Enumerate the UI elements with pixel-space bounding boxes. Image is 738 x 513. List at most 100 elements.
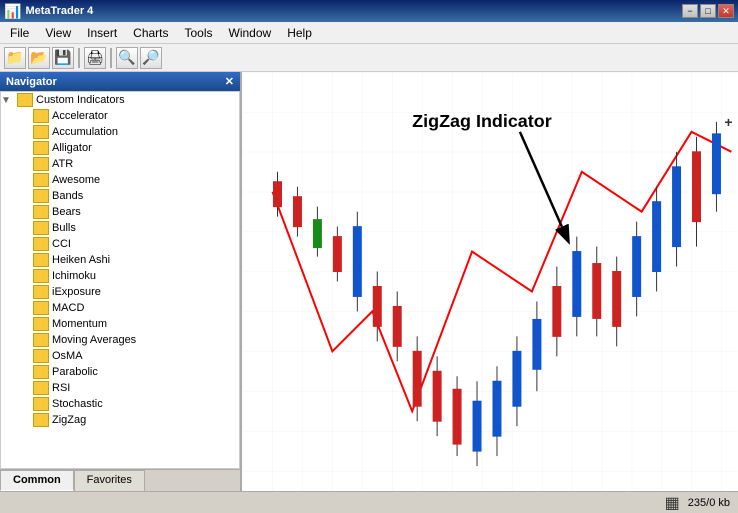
tree-item-cci[interactable]: ⚡ CCI <box>1 236 239 252</box>
svg-text:ZigZag Indicator: ZigZag Indicator <box>412 111 552 131</box>
indicator-label-6: Bears <box>52 206 81 218</box>
indicator-label-15: OsMA <box>52 350 83 362</box>
indicator-icon-0: ⚡ <box>33 109 49 123</box>
indicator-icon-10: ⚡ <box>33 269 49 283</box>
menu-bar: File View Insert Charts Tools Window Hel… <box>0 22 738 44</box>
navigator-close-button[interactable]: ✕ <box>225 75 234 88</box>
indicator-label-7: Bulls <box>52 222 76 234</box>
indicator-icon-17: ⚡ <box>33 381 49 395</box>
tree-item-macd[interactable]: ⚡ MACD <box>1 300 239 316</box>
tree-item-rsi[interactable]: ⚡ RSI <box>1 380 239 396</box>
memory-status: 235/0 kb <box>688 497 730 509</box>
indicator-label-13: Momentum <box>52 318 107 330</box>
navigator-header: Navigator ✕ <box>0 72 240 91</box>
tab-favorites[interactable]: Favorites <box>74 470 145 491</box>
tree-item-parabolic[interactable]: ⚡ Parabolic <box>1 364 239 380</box>
indicator-label-4: Awesome <box>52 174 100 186</box>
navigator-tree[interactable]: ▼ ⚡ Custom Indicators ⚡ Accelerator ⚡ Ac… <box>0 91 240 469</box>
tab-common[interactable]: Common <box>0 470 74 491</box>
status-chart-icon: ▦ <box>665 493 680 513</box>
indicator-icon-11: ⚡ <box>33 285 49 299</box>
zoom-in-button[interactable]: 🔍 <box>116 47 138 69</box>
tree-item-osma[interactable]: ⚡ OsMA <box>1 348 239 364</box>
tree-item-momentum[interactable]: ⚡ Momentum <box>1 316 239 332</box>
tree-item-stochastic[interactable]: ⚡ Stochastic <box>1 396 239 412</box>
menu-view[interactable]: View <box>37 24 79 42</box>
toolbar-sep-1 <box>78 48 80 68</box>
chart-svg: + ZigZag Indicator <box>242 72 738 491</box>
open-button[interactable]: 📂 <box>28 47 50 69</box>
indent-1: ▼ <box>1 94 17 106</box>
indicator-icon-3: ⚡ <box>33 157 49 171</box>
indicator-label-10: Ichimoku <box>52 270 96 282</box>
tree-item-ichimoku[interactable]: ⚡ Ichimoku <box>1 268 239 284</box>
tree-item-accumulation[interactable]: ⚡ Accumulation <box>1 124 239 140</box>
indicator-icon-5: ⚡ <box>33 189 49 203</box>
indicator-label-16: Parabolic <box>52 366 98 378</box>
indicator-icon-8: ⚡ <box>33 237 49 251</box>
indicator-icon-4: ⚡ <box>33 173 49 187</box>
main-content: Navigator ✕ ▼ ⚡ Custom Indicators ⚡ Acce… <box>0 72 738 491</box>
save-button[interactable]: 💾 <box>52 47 74 69</box>
indicator-label-18: Stochastic <box>52 398 103 410</box>
print-button[interactable]: 🖨 <box>84 47 106 69</box>
navigator-tabs: Common Favorites <box>0 469 240 491</box>
indicator-label-5: Bands <box>52 190 83 202</box>
tree-item-atr[interactable]: ⚡ ATR <box>1 156 239 172</box>
tree-item-heiken-ashi[interactable]: ⚡ Heiken Ashi <box>1 252 239 268</box>
indicator-label-19: ZigZag <box>52 414 86 426</box>
menu-charts[interactable]: Charts <box>125 24 176 42</box>
indicator-label-3: ATR <box>52 158 73 170</box>
navigator-panel: Navigator ✕ ▼ ⚡ Custom Indicators ⚡ Acce… <box>0 72 242 491</box>
tree-item-moving-averages[interactable]: ⚡ Moving Averages <box>1 332 239 348</box>
menu-insert[interactable]: Insert <box>79 24 125 42</box>
indicator-label-2: Alligator <box>52 142 92 154</box>
close-button[interactable]: ✕ <box>718 4 734 18</box>
indicator-label-12: MACD <box>52 302 84 314</box>
tree-item-iexposure[interactable]: ⚡ iExposure <box>1 284 239 300</box>
indicator-icon-12: ⚡ <box>33 301 49 315</box>
status-bar: ▦ 235/0 kb <box>0 491 738 513</box>
indicator-icon-2: ⚡ <box>33 141 49 155</box>
menu-window[interactable]: Window <box>221 24 280 42</box>
indicator-icon-13: ⚡ <box>33 317 49 331</box>
indicator-label-11: iExposure <box>52 286 101 298</box>
tree-root-custom-indicators[interactable]: ▼ ⚡ Custom Indicators <box>1 92 239 108</box>
indicator-icon-18: ⚡ <box>33 397 49 411</box>
custom-indicators-label: Custom Indicators <box>36 94 125 106</box>
indicator-label-0: Accelerator <box>52 110 108 122</box>
indicator-icon-16: ⚡ <box>33 365 49 379</box>
minimize-button[interactable]: − <box>682 4 698 18</box>
tree-item-bulls[interactable]: ⚡ Bulls <box>1 220 239 236</box>
tree-item-awesome[interactable]: ⚡ Awesome <box>1 172 239 188</box>
navigator-title: Navigator <box>6 76 57 88</box>
zoom-out-button[interactable]: 🔎 <box>140 47 162 69</box>
indicator-icon-7: ⚡ <box>33 221 49 235</box>
tree-item-bands[interactable]: ⚡ Bands <box>1 188 239 204</box>
new-chart-button[interactable]: 📁 <box>4 47 26 69</box>
indicator-icon-19: ⚡ <box>33 413 49 427</box>
indicator-label-17: RSI <box>52 382 70 394</box>
tree-item-bears[interactable]: ⚡ Bears <box>1 204 239 220</box>
indicator-label-14: Moving Averages <box>52 334 136 346</box>
title-bar: 📊 MetaTrader 4 − □ ✕ <box>0 0 738 22</box>
indicator-icon-14: ⚡ <box>33 333 49 347</box>
tree-item-accelerator[interactable]: ⚡ Accelerator <box>1 108 239 124</box>
indicator-icon-1: ⚡ <box>33 125 49 139</box>
indicator-label-9: Heiken Ashi <box>52 254 110 266</box>
restore-button[interactable]: □ <box>700 4 716 18</box>
folder-icon: ⚡ <box>17 93 33 107</box>
toolbar-sep-2 <box>110 48 112 68</box>
tree-item-zigzag[interactable]: ⚡ ZigZag <box>1 412 239 428</box>
menu-file[interactable]: File <box>2 24 37 42</box>
app-title: MetaTrader 4 <box>25 5 93 17</box>
svg-text:+: + <box>724 114 732 130</box>
indicator-icon-9: ⚡ <box>33 253 49 267</box>
tree-item-alligator[interactable]: ⚡ Alligator <box>1 140 239 156</box>
chart-area[interactable]: + ZigZag Indicator <box>242 72 738 491</box>
indicator-label-1: Accumulation <box>52 126 118 138</box>
menu-tools[interactable]: Tools <box>177 24 221 42</box>
indicator-label-8: CCI <box>52 238 71 250</box>
menu-help[interactable]: Help <box>279 24 320 42</box>
toolbar: 📁 📂 💾 🖨 🔍 🔎 <box>0 44 738 72</box>
